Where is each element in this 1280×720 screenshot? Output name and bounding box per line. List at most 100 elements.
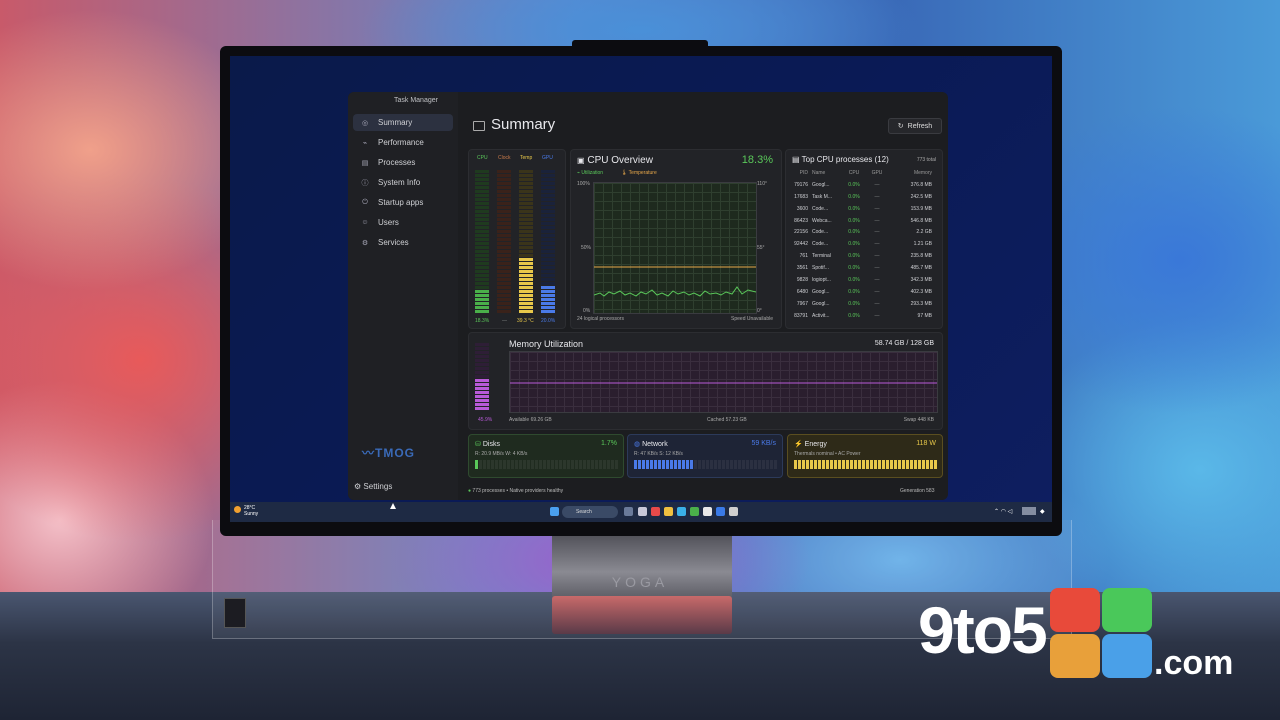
edge-icon[interactable] [677,507,686,516]
sidebar-item-label: Users [378,218,399,227]
gauge-segment [519,282,533,285]
app-icon-3[interactable] [716,507,725,516]
activity-segment [922,460,925,469]
activity-segment [591,460,594,469]
table-row[interactable]: 6480 Googl... 0.0% — 402.3 MB [786,286,936,298]
row-pid: 86423 [794,217,808,224]
table-row[interactable]: 9828 logiopt... 0.0% — 342.3 MB [786,274,936,286]
sidebar-item-startup-apps[interactable]: ⏻ Startup apps [353,194,453,211]
notification-icon[interactable]: ◆ [1040,508,1045,515]
sidebar-toggle-icon[interactable] [473,121,485,131]
activity-segment [838,460,841,469]
gauge-segment [475,270,489,273]
table-row[interactable]: 79176 Googl... 0.0% — 376.8 MB [786,179,936,191]
gauge-segment [519,202,533,205]
activity-segment [750,460,753,469]
activity-segment [587,460,590,469]
table-row[interactable]: 86423 Webca... 0.0% — 546.8 MB [786,215,936,227]
gauge-segment [475,262,489,265]
gauge-segment [497,242,511,245]
gauge-segment [541,286,555,289]
watermark-logo: 9to5 .com [918,588,1253,688]
activity-segment [826,460,829,469]
gauge-segment [541,278,555,281]
windows-start-icon[interactable] [550,507,559,516]
gauge-segment [497,310,511,313]
gauge-segment [519,186,533,189]
row-pid: 83791 [794,312,808,319]
sidebar-item-summary[interactable]: ◎ Summary [353,114,453,131]
store-icon[interactable] [703,507,712,516]
activity-segment [547,460,550,469]
gauge-segment [519,226,533,229]
activity-segment [910,460,913,469]
row-gpu: — [874,288,880,295]
gauge-segment [497,174,511,177]
row-cpu: 0.0% [848,205,860,212]
table-row[interactable]: 3561 Spotif... 0.0% — 485.7 MB [786,262,936,274]
y-left-bot: 0% [583,308,591,314]
table-row[interactable]: 3600 Code... 0.0% — 153.9 MB [786,203,936,215]
task-manager-window: Task Manager ◎ Summary ⌁ Performance ▤ P… [348,92,948,500]
app-icon-2[interactable] [690,507,699,516]
activity-segment [774,460,777,469]
table-row[interactable]: 92442 Code... 0.0% — 1.21 GB [786,238,936,250]
activity-segment [603,460,606,469]
activity-segment [666,460,669,469]
app-icon-1[interactable] [651,507,660,516]
row-pid: 92442 [794,241,808,248]
row-gpu: — [874,312,880,319]
gauge-segment [497,282,511,285]
activity-segment [806,460,809,469]
row-cpu: 0.0% [848,253,860,260]
gauge-segment [475,186,489,189]
app-logo: 〰TMOG [362,444,415,461]
gauge-segment [475,367,489,370]
gauge-segment [475,258,489,261]
activity-segment [611,460,614,469]
activity-segment [730,460,733,469]
activity-segment [798,460,801,469]
settings-button[interactable]: ⚙ Settings [354,482,392,491]
activity-segment [511,460,514,469]
gauge-segment [541,266,555,269]
sidebar-item-performance[interactable]: ⌁ Performance [353,134,453,151]
gauge-segment [475,347,489,350]
energy-title-row: ⚡ Energy [794,440,827,448]
row-name: Spotif... [812,265,829,272]
activity-segment [670,460,673,469]
taskbar-search[interactable]: Search [562,506,618,518]
settings-app-icon[interactable] [729,507,738,516]
gauge-segment [541,302,555,305]
memory-cached: Cached 57.23 GB [707,417,747,423]
sidebar-item-processes[interactable]: ▤ Processes [353,154,453,171]
activity-segment [559,460,562,469]
activity-segment [579,460,582,469]
table-row[interactable]: 17683 Task M... 0.0% — 242.5 MB [786,191,936,203]
sidebar-item-users[interactable]: ☺ Users [353,214,453,231]
system-tray-icons[interactable]: ⌃ ◠ ◁ [994,508,1012,515]
row-gpu: — [874,276,880,283]
activity-segment [479,460,482,469]
table-row[interactable]: 22156 Code... 0.0% — 2.2 GB [786,226,936,238]
sidebar-item-system-info[interactable]: ⓘ System Info [353,174,453,191]
gauge-segment [475,371,489,374]
gauge-segment [519,218,533,221]
gauges-card: CPU Clock Temp GPU 18.3% — 39.3 °C 20.0% [468,149,566,329]
activity-segment [555,460,558,469]
table-row[interactable]: 83791 Activit... 0.0% — 97 MB [786,310,936,322]
table-row[interactable]: 761 Terminal 0.0% — 235.8 MB [786,250,936,262]
refresh-button[interactable]: ↻ Refresh [888,118,942,134]
weather-widget[interactable]: 28°C Sunny [244,505,258,517]
table-row[interactable]: 7967 Googl... 0.0% — 293.3 MB [786,298,936,310]
widgets-icon[interactable] [624,507,633,516]
sidebar-item-services[interactable]: ⚙ Services [353,234,453,251]
disks-activity-bar [475,460,618,469]
gauge-segment [497,218,511,221]
activity-segment [706,460,709,469]
file-explorer-icon[interactable] [664,507,673,516]
refresh-icon: ↻ [897,123,904,130]
gauge-segment [519,302,533,305]
task-view-icon[interactable] [638,507,647,516]
clock-widget[interactable] [1022,507,1036,515]
